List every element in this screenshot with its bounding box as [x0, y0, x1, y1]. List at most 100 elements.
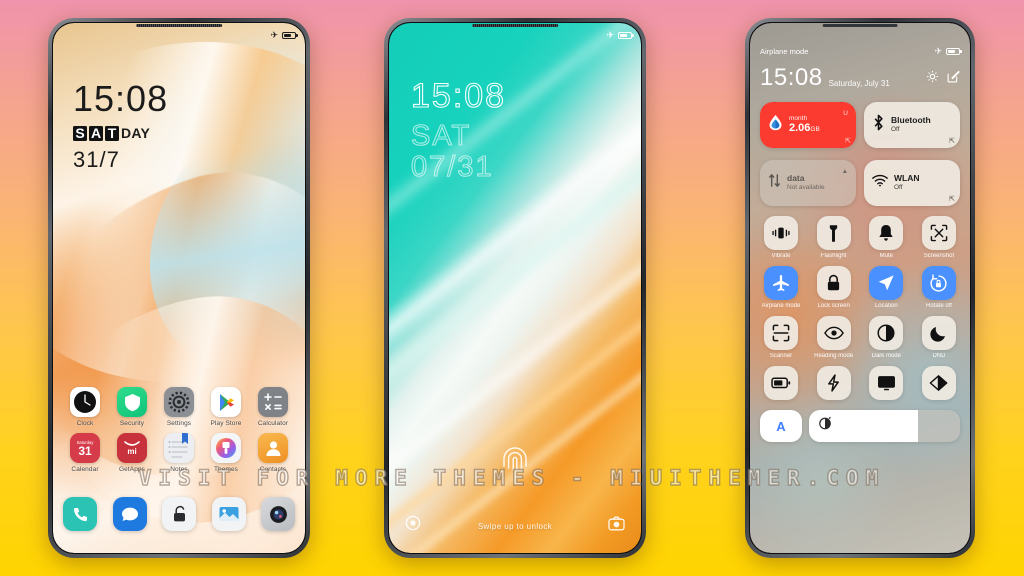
app-getapps[interactable]: mi GetApps: [110, 433, 154, 473]
toggle-vibrate[interactable]: Vibrate: [760, 216, 802, 259]
app-row-2: Saturday 31 Calendar mi GetApps Notes Th…: [63, 433, 295, 473]
toggle-label: Airplane mode: [761, 303, 801, 309]
brightness-icon: [818, 416, 832, 436]
auto-brightness-icon[interactable]: A: [760, 410, 802, 442]
expand-arrow-icon[interactable]: ⇱: [949, 137, 955, 145]
gallery-icon[interactable]: [211, 497, 246, 531]
toggle-mute[interactable]: Mute: [865, 216, 907, 259]
bell-icon: [869, 216, 904, 250]
wifi-icon: [872, 174, 888, 192]
brightness-slider[interactable]: [809, 410, 960, 442]
phone1-screen[interactable]: ✈ 15:08 S A T DAY 31/7 Clock Security Se…: [53, 23, 305, 553]
shield-icon: [117, 387, 147, 417]
messages-icon[interactable]: [112, 497, 147, 531]
tile-bluetooth[interactable]: Bluetooth Off ⇱: [864, 102, 960, 148]
assistant-icon[interactable]: [405, 515, 421, 536]
tile-wlan[interactable]: WLAN Off ⇱: [864, 160, 960, 206]
app-security[interactable]: Security: [110, 387, 154, 427]
day-letter: T: [105, 125, 119, 141]
toggle-label: DND: [932, 353, 946, 359]
toggle-lightning[interactable]: [813, 366, 855, 403]
control-center: Airplane mode ✈ 15:08 Saturday, July 31: [750, 23, 970, 553]
earpiece-speaker: [472, 24, 558, 27]
app-label: Notes: [170, 466, 188, 473]
day-letter: A: [89, 125, 103, 141]
app-contacts[interactable]: Contacts: [251, 433, 295, 473]
edit-icon[interactable]: [947, 70, 960, 88]
toggle-cast[interactable]: [865, 366, 907, 403]
expand-arrow-icon[interactable]: ⇱: [949, 195, 955, 203]
phone1-clock-widget: 15:08 S A T DAY 31/7: [73, 81, 168, 173]
bluetooth-icon: [872, 114, 885, 136]
app-calculator[interactable]: Calculator: [251, 387, 295, 427]
lightning-icon: [816, 366, 851, 400]
toggle-dark-mode[interactable]: Dark mode: [865, 316, 907, 359]
unit-toggle-icon[interactable]: U: [843, 110, 848, 117]
big-tile-row-2: data Not available ▲ WLAN Off ⇱: [760, 160, 960, 206]
toggle-label: Scanner: [769, 353, 793, 359]
cc-action-icons: [926, 70, 960, 90]
app-label: Security: [119, 420, 145, 427]
toggle-color-mode[interactable]: [918, 366, 960, 403]
vibrate-icon: [764, 216, 798, 250]
toggle-label: Location: [874, 303, 898, 309]
app-row-1: Clock Security Settings Play Store Calcu…: [63, 387, 295, 427]
getapps-icon: mi: [117, 433, 147, 463]
tile-subtitle: Off: [891, 126, 900, 134]
phone-icon[interactable]: [63, 497, 97, 531]
brightness-control: A: [760, 410, 960, 442]
getapps-glyph: mi: [127, 446, 137, 456]
contrast-icon: [869, 316, 904, 350]
phone2-screen[interactable]: ✈ 15:08 SAT 07/31 Swipe up to unlock: [389, 23, 641, 553]
contacts-icon: [258, 433, 288, 463]
unlock-hint: Swipe up to unlock: [477, 522, 553, 531]
toggle-rotate-off[interactable]: Rotate off: [918, 266, 960, 309]
color-mode-icon: [921, 366, 956, 400]
toggle-label: Vibrate: [771, 253, 791, 259]
data-usage-value: 2.06GB: [789, 122, 820, 135]
earpiece-speaker: [136, 24, 222, 27]
app-notes[interactable]: Notes: [157, 433, 201, 473]
toggle-battery-saver[interactable]: [760, 366, 802, 403]
tile-title: data: [787, 173, 805, 184]
toggle-label: Reading mode: [814, 353, 854, 359]
lock-icon[interactable]: [162, 497, 196, 531]
phone1-app-grid: Clock Security Settings Play Store Calcu…: [53, 387, 305, 479]
toggle-screenshot[interactable]: Screenshot: [918, 216, 960, 259]
phone1-dock: [63, 497, 295, 531]
app-clock[interactable]: Clock: [63, 387, 107, 427]
app-calendar[interactable]: Saturday 31 Calendar: [63, 433, 107, 473]
control-center-status-bar: Airplane mode ✈: [760, 47, 962, 56]
tile-data-usage[interactable]: month 2.06GB U ⇱: [760, 102, 856, 148]
flashlight-icon: [816, 216, 851, 250]
app-settings[interactable]: Settings: [157, 387, 201, 427]
screenshot-icon: [921, 216, 956, 250]
toggle-flashlight[interactable]: Flashlight: [813, 216, 855, 259]
toggle-airplane-mode[interactable]: Airplane mode: [760, 266, 802, 309]
camera-icon[interactable]: [261, 497, 295, 531]
calculator-icon: [258, 387, 288, 417]
toggle-scanner[interactable]: Scanner: [760, 316, 802, 359]
tile-mobile-data[interactable]: data Not available ▲: [760, 160, 856, 206]
camera-icon[interactable]: [608, 516, 625, 536]
app-label: Settings: [166, 420, 192, 427]
toggle-reading-mode[interactable]: Reading mode: [813, 316, 855, 359]
cc-time: 15:08: [760, 64, 823, 91]
app-themes[interactable]: Themes: [204, 433, 248, 473]
lock-date: 07/31: [410, 150, 494, 183]
toggle-lock-screen[interactable]: Lock screen: [813, 266, 855, 309]
data-usage-unit: GB: [810, 126, 820, 134]
gear-icon[interactable]: [926, 70, 939, 88]
fingerprint-icon[interactable]: [502, 446, 528, 481]
phone1-status-bar: ✈: [53, 29, 305, 42]
toggle-dnd[interactable]: DND: [918, 316, 960, 359]
expand-arrow-icon[interactable]: ⇱: [845, 137, 851, 145]
app-play-store[interactable]: Play Store: [204, 387, 248, 427]
lock-day: SAT: [410, 120, 472, 152]
toggle-location[interactable]: Location: [865, 266, 907, 309]
airplane-icon: ✈: [270, 30, 278, 40]
phone3-screen[interactable]: Airplane mode ✈ 15:08 Saturday, July 31: [750, 23, 970, 553]
toggle-label: Lock screen: [817, 303, 850, 309]
battery-saver-icon: [764, 366, 798, 400]
phone2-clock-widget: 15:08 SAT 07/31: [410, 78, 506, 183]
